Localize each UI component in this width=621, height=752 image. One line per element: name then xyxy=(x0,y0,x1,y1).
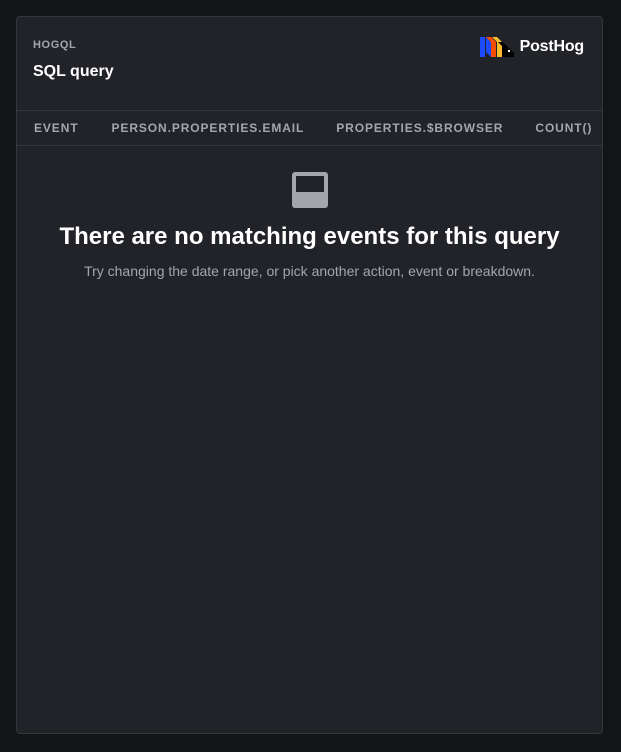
column-header-count[interactable]: COUNT() xyxy=(535,121,592,135)
empty-state-subtitle: Try changing the date range, or pick ano… xyxy=(84,263,535,279)
posthog-hedgehog-icon xyxy=(479,37,514,57)
column-header-person-email[interactable]: PERSON.PROPERTIES.EMAIL xyxy=(112,121,305,135)
card-header: HOGQL SQL query PostHog xyxy=(17,17,602,111)
posthog-wordmark: PostHog xyxy=(519,38,585,55)
query-kind-label: HOGQL xyxy=(33,39,77,51)
posthog-logo: PostHog xyxy=(479,37,585,57)
column-header-event[interactable]: EVENT xyxy=(34,121,79,135)
card-title: SQL query xyxy=(33,63,114,80)
inbox-icon xyxy=(291,172,328,208)
empty-state-title: There are no matching events for this qu… xyxy=(59,223,560,250)
results-table-header: EVENT PERSON.PROPERTIES.EMAIL PROPERTIES… xyxy=(17,111,602,146)
column-header-browser[interactable]: PROPERTIES.$BROWSER xyxy=(336,121,503,135)
insight-card: HOGQL SQL query PostHog EVENT PERSON.PRO… xyxy=(16,16,603,734)
